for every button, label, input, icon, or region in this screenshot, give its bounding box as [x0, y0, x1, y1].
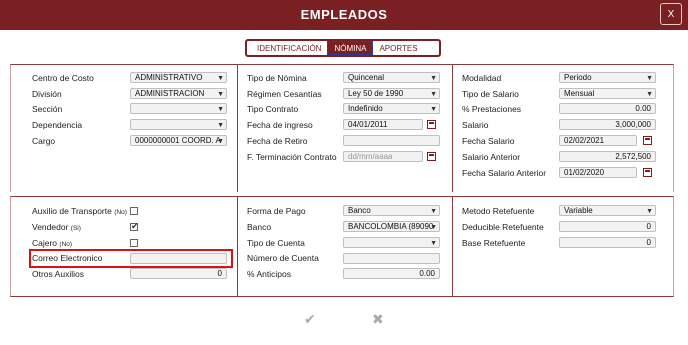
tipo-cuenta-label: Tipo de Cuenta	[247, 237, 305, 248]
cargo-label: Cargo	[32, 135, 56, 146]
chevron-down-icon: ▼	[646, 208, 653, 215]
calendar-icon[interactable]	[427, 152, 436, 161]
seccion-label: Sección	[32, 103, 63, 114]
regimen-cesantias-label: Régimen Cesantías	[247, 88, 322, 99]
title-bar: EMPLEADOS X	[0, 0, 688, 30]
chevron-down-icon: ▼	[430, 106, 437, 113]
centro-costo-select[interactable]: ADMINISTRATIVO ▼	[130, 72, 227, 83]
seccion-select[interactable]: ▼	[130, 103, 227, 114]
otros-auxilios-input[interactable]: 0	[130, 268, 227, 279]
tipo-contrato-label: Tipo Contrato	[247, 103, 299, 114]
prestaciones-label: % Prestaciones	[462, 103, 522, 114]
fecha-retiro-input[interactable]	[343, 135, 440, 146]
division-select[interactable]: ADMINISTRACION ▼	[130, 88, 227, 99]
salario-label: Salario	[462, 119, 489, 130]
salario-anterior-input[interactable]: 2,572,500	[559, 151, 656, 162]
deducible-retefuente-label: Deducible Retefuente	[462, 221, 544, 232]
tipo-cuenta-select[interactable]: ▼	[343, 237, 440, 248]
metodo-retefuente-label: Metodo Retefuente	[462, 205, 535, 216]
centro-costo-label: Centro de Costo	[32, 72, 94, 83]
numero-cuenta-label: Número de Cuenta	[247, 252, 319, 263]
save-check-icon[interactable]: ✔	[304, 311, 316, 328]
base-retefuente-input[interactable]: 0	[559, 237, 656, 248]
fecha-salario-anterior-label: Fecha Salario Anterior	[462, 167, 547, 178]
salario-anterior-label: Salario Anterior	[462, 151, 521, 162]
chevron-down-icon: ▼	[217, 138, 224, 145]
fecha-ingreso-input[interactable]: 04/01/2011	[343, 119, 423, 130]
tab-bar: IDENTIFICACIÓN NÓMINA APORTES	[245, 39, 441, 57]
fecha-ingreso-label: Fecha de ingreso	[247, 119, 313, 130]
cargo-select[interactable]: 0000000001 COORD. A ▼	[130, 135, 227, 146]
chevron-down-icon: ▼	[430, 224, 437, 231]
dialog-title: EMPLEADOS	[300, 7, 388, 22]
cajero-label: Cajero (No)	[32, 237, 73, 248]
bottom-divider-1	[237, 196, 238, 297]
auxilio-transporte-label: Auxilio de Transporte (No)	[32, 205, 127, 216]
fecha-salario-anterior-input[interactable]: 01/02/2020	[559, 167, 637, 178]
chevron-down-icon: ▼	[646, 75, 653, 82]
top-divider-1	[237, 64, 238, 192]
fecha-terminacion-input[interactable]: dd/mm/aaaa	[343, 151, 423, 162]
tipo-contrato-select[interactable]: Indefinido ▼	[343, 103, 440, 114]
modalidad-label: Modalidad	[462, 72, 502, 83]
chevron-down-icon: ▼	[430, 75, 437, 82]
top-divider-2	[452, 64, 453, 192]
chevron-down-icon: ▼	[646, 91, 653, 98]
chevron-down-icon: ▼	[430, 208, 437, 215]
tipo-nomina-select[interactable]: Quincenal ▼	[343, 72, 440, 83]
fecha-terminacion-label: F. Terminación Contrato	[247, 151, 337, 162]
salario-input[interactable]: 3,000,000	[559, 119, 656, 130]
vendedor-checkbox[interactable]	[130, 221, 139, 232]
chevron-down-icon: ▼	[217, 75, 224, 82]
numero-cuenta-input[interactable]	[343, 253, 440, 264]
deducible-retefuente-input[interactable]: 0	[559, 221, 656, 232]
auxilio-transporte-checkbox[interactable]	[130, 207, 138, 215]
tipo-salario-label: Tipo de Salario	[462, 88, 519, 99]
bottom-divider-2	[452, 196, 453, 297]
calendar-icon[interactable]	[643, 168, 652, 177]
prestaciones-input[interactable]: 0.00	[559, 103, 656, 114]
correo-highlight-box	[29, 249, 233, 268]
chevron-down-icon: ▼	[430, 91, 437, 98]
banco-label: Banco	[247, 221, 272, 232]
division-label: División	[32, 88, 62, 99]
calendar-icon[interactable]	[427, 120, 436, 129]
tab-nomina[interactable]: NÓMINA	[327, 41, 374, 55]
cajero-checkbox[interactable]	[130, 239, 138, 247]
chevron-down-icon: ▼	[217, 122, 224, 129]
tab-identificacion[interactable]: IDENTIFICACIÓN	[251, 41, 327, 55]
dependencia-select[interactable]: ▼	[130, 119, 227, 130]
regimen-cesantias-select[interactable]: Ley 50 de 1990 ▼	[343, 88, 440, 99]
banco-select[interactable]: BANCOLOMBIA (89090 ▼	[343, 221, 440, 232]
tipo-nomina-label: Tipo de Nómina	[247, 72, 307, 83]
close-button[interactable]: X	[660, 3, 682, 25]
fecha-salario-label: Fecha Salario	[462, 135, 515, 146]
chevron-down-icon: ▼	[217, 106, 224, 113]
empleados-dialog: EMPLEADOS X IDENTIFICACIÓN NÓMINA APORTE…	[0, 0, 688, 345]
calendar-icon[interactable]	[643, 136, 652, 145]
base-retefuente-label: Base Retefuente	[462, 237, 526, 248]
dependencia-label: Dependencia	[32, 119, 83, 130]
forma-pago-select[interactable]: Banco ▼	[343, 205, 440, 216]
tipo-salario-select[interactable]: Mensual ▼	[559, 88, 656, 99]
chevron-down-icon: ▼	[217, 91, 224, 98]
tab-aportes[interactable]: APORTES	[373, 41, 423, 55]
vendedor-label: Vendedor (Si)	[32, 221, 81, 232]
cancel-x-icon[interactable]: ✖	[372, 311, 384, 328]
chevron-down-icon: ▼	[430, 240, 437, 247]
anticipos-label: % Anticipos	[247, 268, 291, 279]
otros-auxilios-label: Otros Auxilios	[32, 268, 84, 279]
fecha-retiro-label: Fecha de Retiro	[247, 135, 308, 146]
metodo-retefuente-select[interactable]: Variable ▼	[559, 205, 656, 216]
forma-pago-label: Forma de Pago	[247, 205, 306, 216]
fecha-salario-input[interactable]: 02/02/2021	[559, 135, 637, 146]
anticipos-input[interactable]: 0.00	[343, 268, 440, 279]
modalidad-select[interactable]: Periodo ▼	[559, 72, 656, 83]
